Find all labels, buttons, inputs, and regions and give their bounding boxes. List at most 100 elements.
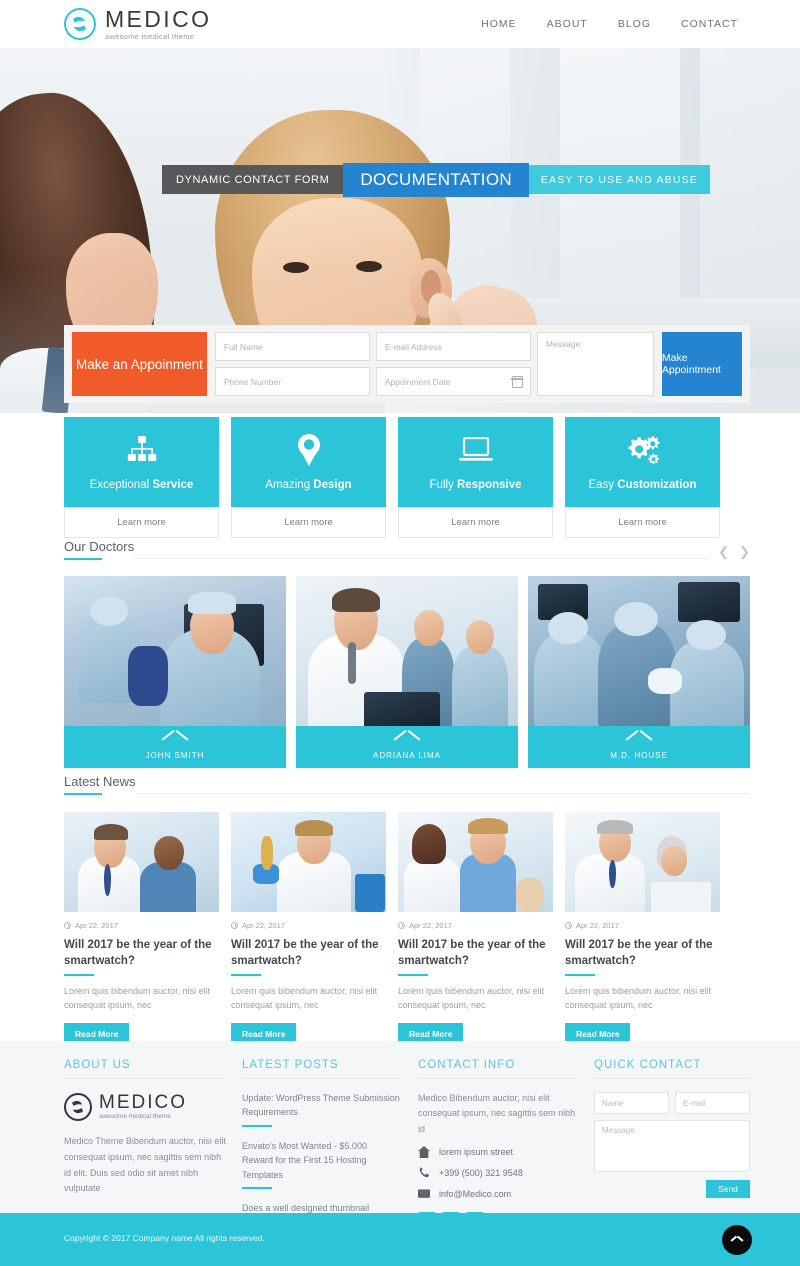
feature-bold-text: Responsive bbox=[456, 479, 522, 491]
envelope-icon bbox=[418, 1189, 430, 1198]
feature-light-text: Fully bbox=[429, 479, 454, 491]
sitemap-icon bbox=[127, 433, 157, 467]
doctor-card[interactable]: ADRIANA LIMA bbox=[296, 576, 518, 768]
doctor-name: JOHN SMITH bbox=[145, 750, 205, 760]
hero-caption-3: EASY TO USE AND ABUSE bbox=[528, 165, 711, 194]
circle-leaf-logo-icon bbox=[64, 8, 96, 40]
doctor-card[interactable]: JOHN SMITH bbox=[64, 576, 286, 768]
appointment-date-placeholder: Appoinment Date bbox=[384, 376, 451, 387]
chevron-up-icon bbox=[731, 1237, 743, 1244]
news-excerpt: Lorem quis bibendum auctor, nisi elit co… bbox=[64, 986, 211, 1011]
footer-email-row: info@Medico.com bbox=[418, 1188, 594, 1200]
email-address-input[interactable]: E-mail Address bbox=[375, 332, 531, 361]
appointment-date-input[interactable]: Appoinment Date bbox=[375, 367, 531, 396]
footer-logo[interactable]: MEDICO awesome medical theme bbox=[64, 1093, 242, 1121]
news-row: Apr 22, 2017 Will 2017 be the year of th… bbox=[64, 812, 750, 1045]
footer-contact-info: CONTACT INFO Medico Bibendum auctor, nis… bbox=[418, 1059, 594, 1237]
chevron-right-icon[interactable]: ❯ bbox=[739, 545, 750, 558]
laptop-icon bbox=[458, 433, 493, 467]
phone-number-input[interactable]: Phone Number bbox=[214, 367, 370, 396]
doctor-name: ADRIANA LIMA bbox=[372, 750, 441, 760]
footer-logo-name: MEDICO bbox=[99, 1092, 187, 1114]
feature-light-text: Exceptional bbox=[89, 479, 150, 491]
feature-card-design[interactable]: Amazing Design Learn more bbox=[231, 417, 386, 538]
footer-email: info@Medico.com bbox=[439, 1188, 512, 1199]
chevron-left-icon[interactable]: ❮ bbox=[718, 545, 729, 558]
nav-item-blog[interactable]: BLOG bbox=[618, 18, 651, 30]
nav-item-contact[interactable]: CONTACT bbox=[681, 18, 738, 30]
feature-card-customization[interactable]: Easy Customization Learn more bbox=[565, 417, 720, 538]
circle-leaf-logo-icon bbox=[64, 1093, 92, 1121]
news-thumbnail bbox=[231, 812, 386, 912]
phone-icon bbox=[419, 1166, 430, 1178]
feature-bold-text: Service bbox=[152, 479, 194, 491]
news-excerpt: Lorem quis bibendum auctor, nisi elit co… bbox=[231, 986, 378, 1011]
quick-contact-name-input[interactable]: Name bbox=[594, 1092, 669, 1114]
main-nav: HOME ABOUT BLOG CONTACT bbox=[481, 18, 738, 30]
news-card[interactable]: Apr 22, 2017 Will 2017 be the year of th… bbox=[398, 812, 553, 1045]
news-meta: Apr 22, 2017 bbox=[398, 921, 553, 930]
learn-more-responsive[interactable]: Learn more bbox=[398, 507, 553, 538]
footer-address: lorem ipsum street bbox=[439, 1146, 514, 1157]
learn-more-design[interactable]: Learn more bbox=[231, 507, 386, 538]
make-appointment-button[interactable]: Make Appointment bbox=[661, 332, 742, 396]
logo-tagline: awesome medical theme bbox=[105, 31, 195, 41]
make-appointment-banner: Make an Appoinment bbox=[72, 332, 207, 396]
footer-post-link[interactable]: Envato's Most Wanted - $5.000 Reward for… bbox=[242, 1139, 400, 1190]
clock-icon bbox=[231, 922, 238, 929]
doctor-photo bbox=[64, 576, 286, 726]
news-title[interactable]: Will 2017 be the year of the smartwatch? bbox=[64, 938, 219, 977]
news-date: Apr 22, 2017 bbox=[242, 921, 285, 930]
news-title[interactable]: Will 2017 be the year of the smartwatch? bbox=[398, 938, 553, 977]
latest-news-heading: Latest News bbox=[64, 774, 750, 795]
feature-label-design: Amazing Design bbox=[265, 479, 351, 491]
nav-item-home[interactable]: HOME bbox=[481, 18, 517, 30]
site-footer: ABOUT US MEDICO awesome medical theme Me… bbox=[0, 1041, 800, 1237]
scroll-to-top-button[interactable] bbox=[722, 1225, 752, 1255]
news-thumbnail bbox=[398, 812, 553, 912]
learn-more-service[interactable]: Learn more bbox=[64, 507, 219, 538]
footer-phone-row: +399 (500) 321 9548 bbox=[418, 1166, 594, 1179]
news-meta: Apr 22, 2017 bbox=[64, 921, 219, 930]
feature-card-service[interactable]: Exceptional Service Learn more bbox=[64, 417, 219, 538]
copyright-bar: Copyright © 2017.Company name All rights… bbox=[0, 1213, 800, 1266]
footer-about-us: ABOUT US MEDICO awesome medical theme Me… bbox=[64, 1059, 242, 1237]
site-logo[interactable]: MEDICO awesome medical theme bbox=[64, 5, 212, 41]
news-thumbnail bbox=[565, 812, 720, 912]
gears-icon bbox=[626, 433, 660, 467]
footer-logo-tagline: awesome medical theme bbox=[99, 1113, 171, 1121]
footer-heading-quick-contact: QUICK CONTACT bbox=[594, 1059, 750, 1079]
footer-quick-contact: QUICK CONTACT Name E-mail Message Send bbox=[594, 1059, 750, 1237]
copyright-text: Copyright © 2017.Company name All rights… bbox=[64, 1233, 265, 1243]
doctors-carousel: JOHN SMITH ADRIANA LIMA M.D. HOUSE bbox=[64, 576, 750, 768]
footer-latest-posts: LATEST POSTS Update: WordPress Theme Sub… bbox=[242, 1059, 418, 1237]
feature-light-text: Easy bbox=[588, 479, 615, 491]
feature-label-responsive: Fully Responsive bbox=[429, 479, 521, 491]
section-title-news: Latest News bbox=[64, 774, 136, 795]
quick-contact-message-textarea[interactable]: Message bbox=[594, 1120, 750, 1172]
news-title[interactable]: Will 2017 be the year of the smartwatch? bbox=[565, 938, 720, 977]
heading-rule bbox=[134, 558, 709, 559]
news-card[interactable]: Apr 22, 2017 Will 2017 be the year of th… bbox=[231, 812, 386, 1045]
clock-icon bbox=[565, 922, 572, 929]
chevron-up-icon bbox=[626, 735, 652, 748]
send-button[interactable]: Send bbox=[706, 1180, 750, 1198]
news-card[interactable]: Apr 22, 2017 Will 2017 be the year of th… bbox=[64, 812, 219, 1045]
logo-name: MEDICO bbox=[105, 5, 212, 32]
feature-card-responsive[interactable]: Fully Responsive Learn more bbox=[398, 417, 553, 538]
doctor-card[interactable]: M.D. HOUSE bbox=[528, 576, 750, 768]
site-header: MEDICO awesome medical theme HOME ABOUT … bbox=[0, 0, 800, 48]
quick-contact-email-input[interactable]: E-mail bbox=[675, 1092, 750, 1114]
news-excerpt: Lorem quis bibendum auctor, nisi elit co… bbox=[398, 986, 545, 1011]
news-card[interactable]: Apr 22, 2017 Will 2017 be the year of th… bbox=[565, 812, 720, 1045]
message-textarea[interactable]: Message bbox=[536, 332, 654, 396]
feature-label-customization: Easy Customization bbox=[588, 479, 696, 491]
full-name-input[interactable]: Full Name bbox=[214, 332, 370, 361]
calendar-icon[interactable] bbox=[511, 376, 524, 388]
hero-caption-2: DOCUMENTATION bbox=[343, 163, 529, 197]
news-title[interactable]: Will 2017 be the year of the smartwatch? bbox=[231, 938, 386, 977]
footer-address-row: lorem ipsum street bbox=[418, 1145, 594, 1158]
learn-more-customization[interactable]: Learn more bbox=[565, 507, 720, 538]
footer-post-link[interactable]: Update: WordPress Theme Submission Requi… bbox=[242, 1091, 400, 1127]
nav-item-about[interactable]: ABOUT bbox=[547, 18, 588, 30]
